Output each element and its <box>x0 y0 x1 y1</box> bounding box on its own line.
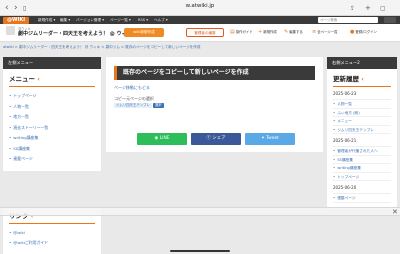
nav-help[interactable]: ヘルプ ▾ <box>154 17 168 23</box>
page-title: 既存のページをコピーして新しいページを作成 <box>114 66 315 80</box>
list-item[interactable]: ジムリ四天王テンプレ <box>333 126 391 134</box>
pencil-icon: ✎ <box>284 29 289 35</box>
wiki-logo[interactable] <box>6 26 15 35</box>
sidebar-item-past-stories[interactable]: 過去ストーリー一覧 <box>9 123 95 134</box>
copy-source-label: コピー元ページの選択 <box>114 96 154 101</box>
nav-page-list[interactable]: ページ一覧 ▾ <box>110 17 131 23</box>
content-background <box>106 156 323 254</box>
main-content: 既存のページをコピーして新しいページを作成 ページ移動にもどる コピー元ページの… <box>106 57 323 152</box>
list-item[interactable]: SS講座集 <box>333 156 391 164</box>
list-item[interactable]: トップページ <box>333 173 391 181</box>
list-item[interactable]: ふぃ地方 (削) <box>333 109 391 117</box>
left-sidebar-header: 左側メニュー <box>3 57 101 69</box>
list-item[interactable]: 管理者が代筆された人へ <box>333 147 391 156</box>
left-sidebar: 左側メニュー メニュー ‹ トップページ 人物一覧 地方一覧 過去ストーリー一覧… <box>3 57 101 171</box>
line-share-button[interactable]: ◉ LINE <box>137 133 187 145</box>
list-item[interactable]: 連載ページ <box>333 194 391 203</box>
global-nav: @WIKI 新規作成 ▾ 編集 ▾ バージョン管理 ▾ ページ一覧 ▾ RSS … <box>0 16 400 24</box>
sidebar-item-ss[interactable]: SS講座集 <box>9 144 95 155</box>
new-page-link[interactable]: +新規作成 <box>258 27 277 37</box>
back-to-move-link[interactable]: ページ移動にもどる <box>114 85 315 91</box>
list-item[interactable]: 人物一覧 <box>333 100 391 109</box>
site-header: @WIKI 新規作成 ▾ 編集 ▾ バージョン管理 ▾ ページ一覧 ▾ RSS … <box>0 16 400 42</box>
user-icon: ● <box>350 29 355 35</box>
chevron-icon: ‹ <box>37 75 40 83</box>
twitter-share-button[interactable]: ✦ Tweet <box>245 133 295 145</box>
edit-link[interactable]: ✎編集する <box>284 27 303 37</box>
login-link[interactable]: ●登録/ログイン <box>350 27 377 37</box>
nav-edit[interactable]: 編集 ▾ <box>60 17 70 23</box>
right-sidebar-header: 右側メニュー2 <box>327 57 397 69</box>
user-menu-button[interactable] <box>384 17 396 23</box>
link-guide[interactable]: @wikiご利用ガイド <box>9 238 95 248</box>
update-history-heading: 更新履歴 ‹ <box>333 73 391 87</box>
date-label: 2025-06-21 <box>333 138 357 143</box>
browser-toolbar: ‹ › ▯ w.atwiki.jp ⇪ + ▢ <box>0 0 400 16</box>
sidebar-item-serial[interactable]: 連載ページ <box>9 154 95 165</box>
page-search-input[interactable]: ページ検索 <box>318 17 378 23</box>
list-item[interactable]: writing講座集 <box>333 164 391 173</box>
plus-icon: + <box>258 29 263 35</box>
select-button[interactable]: 選択 <box>152 103 164 108</box>
home-indicator <box>170 250 230 252</box>
date-label: 2025-06-20 <box>333 185 357 190</box>
sidebar-item-people[interactable]: 人物一覧 <box>9 102 95 113</box>
floating-toolbar: ✕ <box>0 207 400 216</box>
admin-edit-button[interactable]: 管理者の編集 <box>186 28 224 37</box>
link-atwiki[interactable]: @wiki <box>9 228 95 238</box>
right-sidebar: 右側メニュー2 更新履歴 ‹ 2025-06-23 人物一覧 ふぃ地方 (削) … <box>327 57 397 209</box>
new-tab-icon[interactable]: + <box>365 2 371 14</box>
nav-new[interactable]: 新規作成 ▾ <box>38 17 55 23</box>
guide-icon: ▤ <box>230 29 235 35</box>
wiki-create-button[interactable]: wiki新規作成 <box>124 28 164 37</box>
atwiki-logo[interactable]: @WIKI <box>3 17 29 24</box>
menu-heading: メニュー ‹ <box>9 73 95 87</box>
url-bar[interactable]: w.atwiki.jp <box>0 3 400 9</box>
facebook-share-button[interactable]: ⓕ シェア <box>191 133 241 145</box>
list-icon: ≡ <box>312 29 317 35</box>
chevron-icon: ‹ <box>361 75 364 83</box>
list-item[interactable]: メニュー <box>333 117 391 126</box>
nav-rss[interactable]: RSS ▾ <box>138 17 148 23</box>
breadcrumb[interactable]: atwiki > 劇中ジムリーダー・四天王を考えよう！ @ ウィキ > 劇中ジム… <box>3 45 200 50</box>
nav-version[interactable]: バージョン管理 ▾ <box>76 17 104 23</box>
tab-overview-icon[interactable]: ▢ <box>380 3 386 15</box>
sidebar-item-regions[interactable]: 地方一覧 <box>9 112 95 123</box>
wiki-title[interactable]: 劇中ジムリーダー・四天王を考えよう！ @ ウィキ <box>18 30 131 37</box>
date-label: 2025-06-23 <box>333 91 357 96</box>
close-icon[interactable]: ✕ <box>392 208 398 217</box>
guide-link[interactable]: ▤操作ガイド <box>230 27 253 37</box>
source-page-field[interactable]: ジムリ四天王テンプレ <box>114 103 152 108</box>
share-icon[interactable]: ⇪ <box>350 3 355 15</box>
sidebar-item-writing[interactable]: writing講座集 <box>9 133 95 144</box>
all-pages-link[interactable]: ≡全ページ一覧 <box>312 27 337 37</box>
sidebar-item-top[interactable]: トップページ <box>9 91 95 102</box>
